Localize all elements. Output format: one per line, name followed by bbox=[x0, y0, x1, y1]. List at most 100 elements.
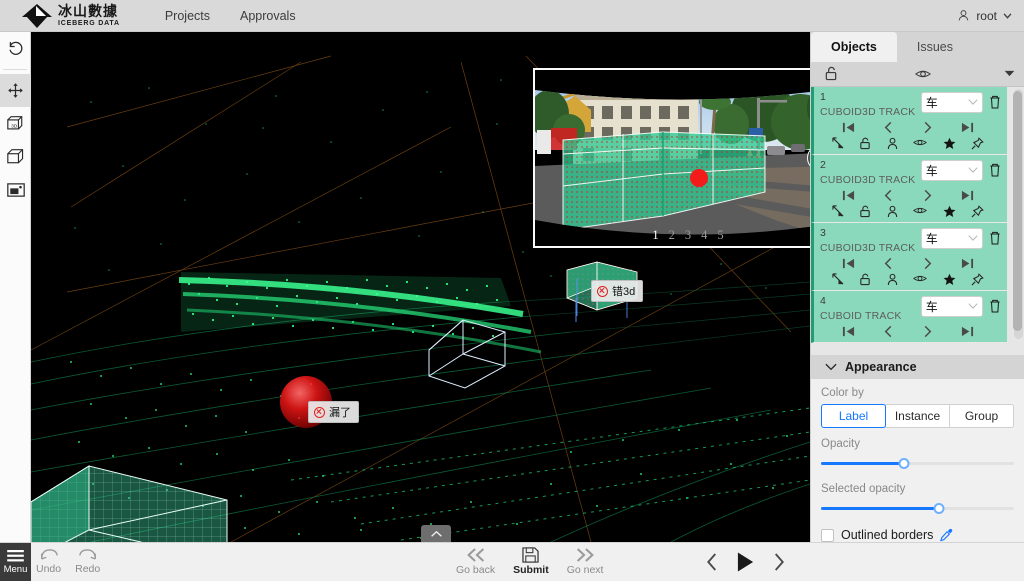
red-dot-marker[interactable] bbox=[690, 169, 708, 187]
undo-button[interactable]: Undo bbox=[36, 547, 61, 575]
list-item[interactable]: 4 CUBOID TRACK 车 bbox=[811, 291, 1007, 343]
camera-option-4[interactable]: 4 bbox=[701, 228, 707, 243]
eye-icon[interactable] bbox=[913, 205, 927, 218]
unlock-icon[interactable] bbox=[859, 273, 871, 286]
outlined-borders-checkbox[interactable] bbox=[821, 529, 834, 542]
object-index: 3 bbox=[820, 228, 921, 239]
skip-to-first-icon[interactable] bbox=[842, 189, 855, 202]
outlined-borders-label: Outlined borders bbox=[841, 528, 933, 542]
color-by-label-option[interactable]: Label bbox=[821, 404, 886, 428]
previous-icon[interactable] bbox=[883, 189, 894, 202]
rotate-ccw-icon bbox=[7, 40, 24, 57]
select-cursor-icon[interactable] bbox=[832, 205, 844, 218]
object-actions bbox=[814, 270, 1004, 286]
pin-icon[interactable] bbox=[971, 273, 984, 286]
color-by-instance-option[interactable]: Instance bbox=[885, 404, 950, 428]
pin-icon[interactable] bbox=[971, 205, 984, 218]
opacity-slider-knob[interactable] bbox=[898, 458, 909, 469]
delete-object-button[interactable] bbox=[989, 231, 1001, 245]
camera-option-5[interactable]: 5 bbox=[717, 228, 723, 243]
next-frame-button[interactable] bbox=[771, 552, 786, 572]
eye-icon[interactable] bbox=[915, 68, 931, 80]
anonymize-person-icon[interactable] bbox=[887, 205, 898, 218]
unlock-icon[interactable] bbox=[859, 205, 871, 218]
star-icon[interactable] bbox=[943, 273, 956, 286]
object-label-select[interactable]: 车 bbox=[921, 160, 983, 181]
selected-opacity-slider[interactable] bbox=[821, 500, 1014, 518]
list-item[interactable]: 2 CUBOID3D TRACK 车 bbox=[811, 155, 1007, 223]
reset-rotation-tool[interactable] bbox=[0, 32, 31, 65]
next-icon[interactable] bbox=[922, 121, 933, 134]
selected-opacity-slider-knob[interactable] bbox=[933, 503, 944, 514]
previous-icon[interactable] bbox=[883, 257, 894, 270]
object-label-select[interactable]: 车 bbox=[921, 228, 983, 249]
color-by-group: Label Instance Group bbox=[821, 404, 1014, 428]
redo-button[interactable]: Redo bbox=[75, 547, 100, 575]
pin-icon[interactable] bbox=[971, 137, 984, 150]
previous-frame-button[interactable] bbox=[705, 552, 720, 572]
eye-icon[interactable] bbox=[913, 273, 927, 286]
skip-to-last-icon[interactable] bbox=[961, 121, 974, 134]
skip-to-last-icon[interactable] bbox=[961, 325, 974, 338]
star-icon[interactable] bbox=[943, 137, 956, 150]
skip-to-first-icon[interactable] bbox=[842, 121, 855, 134]
next-icon[interactable] bbox=[922, 325, 933, 338]
select-cursor-icon[interactable] bbox=[832, 273, 844, 286]
previous-icon[interactable] bbox=[883, 121, 894, 134]
camera-option-3[interactable]: 3 bbox=[685, 228, 691, 243]
scene-tag-error3d[interactable]: 错3d bbox=[591, 280, 643, 302]
point-cloud-canvas[interactable]: 错3d 漏了 bbox=[31, 32, 810, 542]
tab-objects[interactable]: Objects bbox=[811, 32, 897, 62]
color-by-group-option[interactable]: Group bbox=[949, 404, 1014, 428]
delete-object-button[interactable] bbox=[989, 299, 1001, 313]
next-icon[interactable] bbox=[922, 257, 933, 270]
anonymize-person-icon[interactable] bbox=[887, 273, 898, 286]
toolbar-divider bbox=[3, 69, 27, 70]
cuboid-3d-tool[interactable]: 3D bbox=[0, 107, 31, 140]
skip-to-first-icon[interactable] bbox=[842, 257, 855, 270]
cuboid-tool[interactable] bbox=[0, 140, 31, 173]
nav-projects[interactable]: Projects bbox=[165, 9, 210, 23]
delete-object-button[interactable] bbox=[989, 163, 1001, 177]
delete-object-button[interactable] bbox=[989, 95, 1001, 109]
objects-list-scrollbar-thumb[interactable] bbox=[1013, 91, 1022, 331]
appearance-section-header[interactable]: Appearance bbox=[811, 355, 1024, 379]
object-label-select[interactable]: 车 bbox=[921, 92, 983, 113]
user-menu[interactable]: root bbox=[957, 9, 1012, 23]
unlock-icon[interactable] bbox=[859, 137, 871, 150]
star-icon[interactable] bbox=[943, 205, 956, 218]
list-item[interactable]: 3 CUBOID3D TRACK 车 bbox=[811, 223, 1007, 291]
play-button[interactable] bbox=[736, 551, 755, 573]
image-tool[interactable] bbox=[0, 173, 31, 206]
unlock-icon[interactable] bbox=[824, 66, 838, 81]
objects-list-scrollbar-track[interactable] bbox=[1014, 89, 1023, 339]
go-back-button[interactable]: Go back bbox=[456, 547, 495, 576]
menu-button[interactable]: Menu bbox=[0, 543, 31, 581]
submit-button[interactable]: Submit bbox=[513, 547, 549, 576]
go-back-label: Go back bbox=[456, 564, 495, 576]
chevron-down-icon[interactable] bbox=[1004, 70, 1015, 77]
list-item[interactable]: 1 CUBOID3D TRACK 车 bbox=[811, 87, 1007, 155]
go-next-button[interactable]: Go next bbox=[567, 547, 604, 576]
skip-to-last-icon[interactable] bbox=[961, 257, 974, 270]
canvas-collapse-handle[interactable] bbox=[421, 525, 451, 542]
select-cursor-icon[interactable] bbox=[832, 137, 844, 150]
object-label-select[interactable]: 车 bbox=[921, 296, 983, 317]
camera-image-panel[interactable]: 1 2 3 4 5 bbox=[533, 68, 810, 248]
camera-option-1[interactable]: 1 bbox=[652, 228, 658, 243]
opacity-slider[interactable] bbox=[821, 455, 1014, 473]
nav-approvals[interactable]: Approvals bbox=[240, 9, 296, 23]
brand-logo[interactable]: 冰山數據 ICEBERG DATA bbox=[22, 3, 120, 29]
camera-option-2[interactable]: 2 bbox=[669, 228, 675, 243]
tab-issues[interactable]: Issues bbox=[897, 32, 973, 62]
color-picker-icon[interactable] bbox=[940, 528, 953, 542]
objects-list[interactable]: 1 CUBOID3D TRACK 车 bbox=[811, 87, 1024, 355]
previous-icon[interactable] bbox=[883, 325, 894, 338]
skip-to-last-icon[interactable] bbox=[961, 189, 974, 202]
next-icon[interactable] bbox=[922, 189, 933, 202]
move-tool[interactable] bbox=[0, 74, 31, 107]
skip-to-first-icon[interactable] bbox=[842, 325, 855, 338]
scene-tag-missed[interactable]: 漏了 bbox=[308, 401, 359, 423]
anonymize-person-icon[interactable] bbox=[887, 137, 898, 150]
eye-icon[interactable] bbox=[913, 137, 927, 150]
